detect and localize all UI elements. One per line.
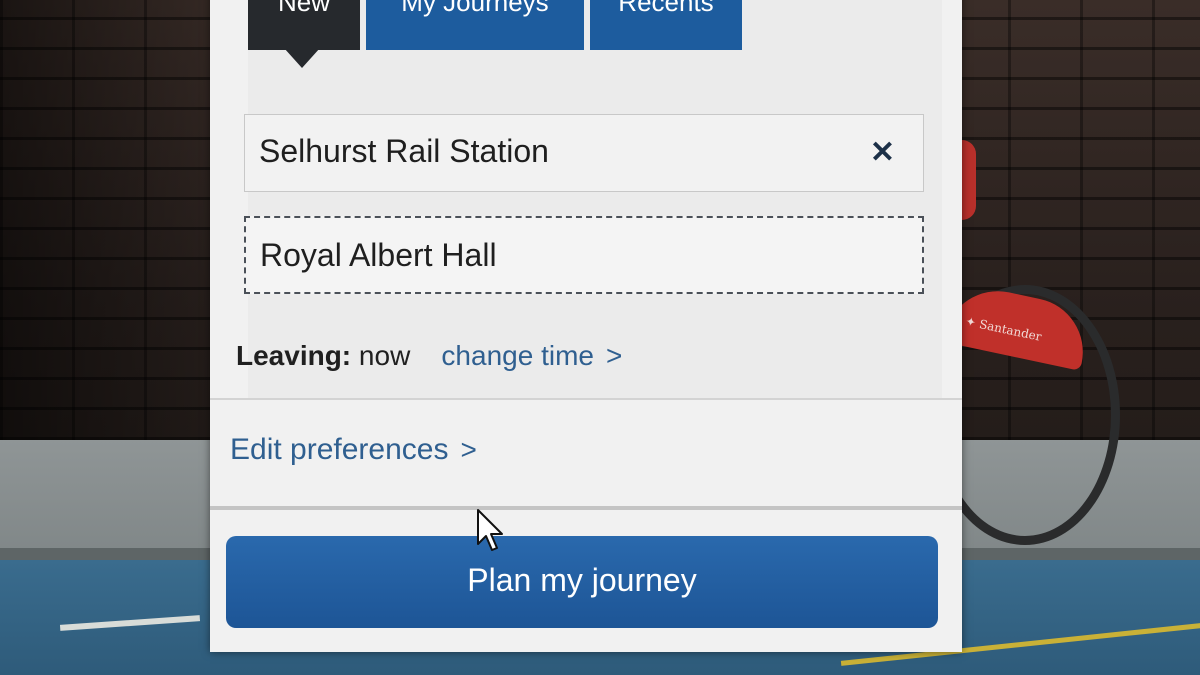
tab-new-label: New [277, 0, 330, 17]
leaving-value: now [358, 340, 411, 371]
from-input-value: Selhurst Rail Station [259, 133, 549, 169]
change-time-link[interactable]: change time [441, 340, 594, 371]
leaving-label: Leaving: [236, 340, 352, 371]
tab-my-journeys-label: My Journeys [401, 0, 549, 17]
from-input[interactable]: Selhurst Rail Station ✕ [244, 114, 924, 192]
tab-recents-label: Recents [618, 0, 714, 17]
to-input-value: Royal Albert Hall [260, 237, 497, 273]
close-icon[interactable]: ✕ [870, 115, 895, 191]
chevron-right-icon[interactable]: > [606, 340, 622, 371]
mouse-pointer-icon [477, 509, 503, 551]
edit-preferences-link[interactable]: Edit preferences [230, 433, 448, 466]
tab-recents[interactable]: Recents [590, 0, 742, 50]
plan-journey-button[interactable]: Plan my journey [226, 536, 938, 628]
tab-my-journeys[interactable]: My Journeys [366, 0, 584, 50]
divider [210, 506, 962, 510]
plan-journey-label: Plan my journey [467, 562, 697, 598]
divider [210, 398, 962, 400]
to-input[interactable]: Royal Albert Hall [244, 216, 924, 294]
tab-new[interactable]: New [248, 0, 360, 50]
wall-shadow [0, 0, 240, 470]
active-tab-pointer [284, 48, 320, 68]
edit-preferences-row[interactable]: Edit preferences > [230, 428, 477, 472]
chevron-right-icon[interactable]: > [460, 434, 476, 465]
leaving-row: Leaving: now change time > [236, 334, 622, 378]
